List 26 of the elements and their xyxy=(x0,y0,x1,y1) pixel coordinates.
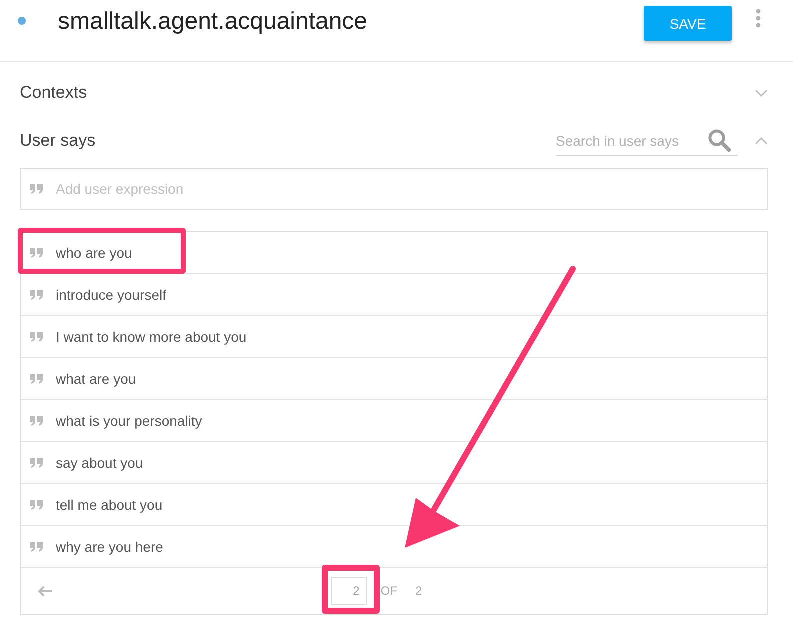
expression-field[interactable]: what are you xyxy=(21,358,767,400)
left-arrow-icon[interactable] xyxy=(38,586,53,596)
quote-icon xyxy=(30,458,43,468)
quote-icon xyxy=(30,416,43,426)
expression-field[interactable]: say about you xyxy=(21,442,767,484)
status-dot-icon xyxy=(18,16,26,24)
quote-icon xyxy=(30,374,43,384)
of-label: OF xyxy=(380,584,398,598)
expression-field[interactable]: who are you xyxy=(21,232,767,274)
quote-icon xyxy=(30,290,43,300)
quote-icon xyxy=(30,332,43,342)
section-heading: Contexts xyxy=(20,83,88,103)
quote-icon xyxy=(30,500,43,510)
more-icon[interactable] xyxy=(756,9,761,28)
section-heading: User says xyxy=(20,131,96,151)
quote-icon xyxy=(30,542,43,552)
intent-title: smalltalk.agent.acquaintance xyxy=(58,8,369,36)
quote-icon xyxy=(30,248,43,258)
chevron-down-icon[interactable] xyxy=(755,88,768,98)
expression-field[interactable]: I want to know more about you xyxy=(21,316,767,358)
total-pages: 2 xyxy=(415,584,422,598)
quote-icon xyxy=(30,184,43,194)
expression-field[interactable]: what is your personality xyxy=(21,400,767,442)
search-icon[interactable] xyxy=(708,129,731,152)
chevron-up-icon[interactable] xyxy=(755,136,768,146)
expression-field[interactable]: introduce yourself xyxy=(21,274,767,316)
